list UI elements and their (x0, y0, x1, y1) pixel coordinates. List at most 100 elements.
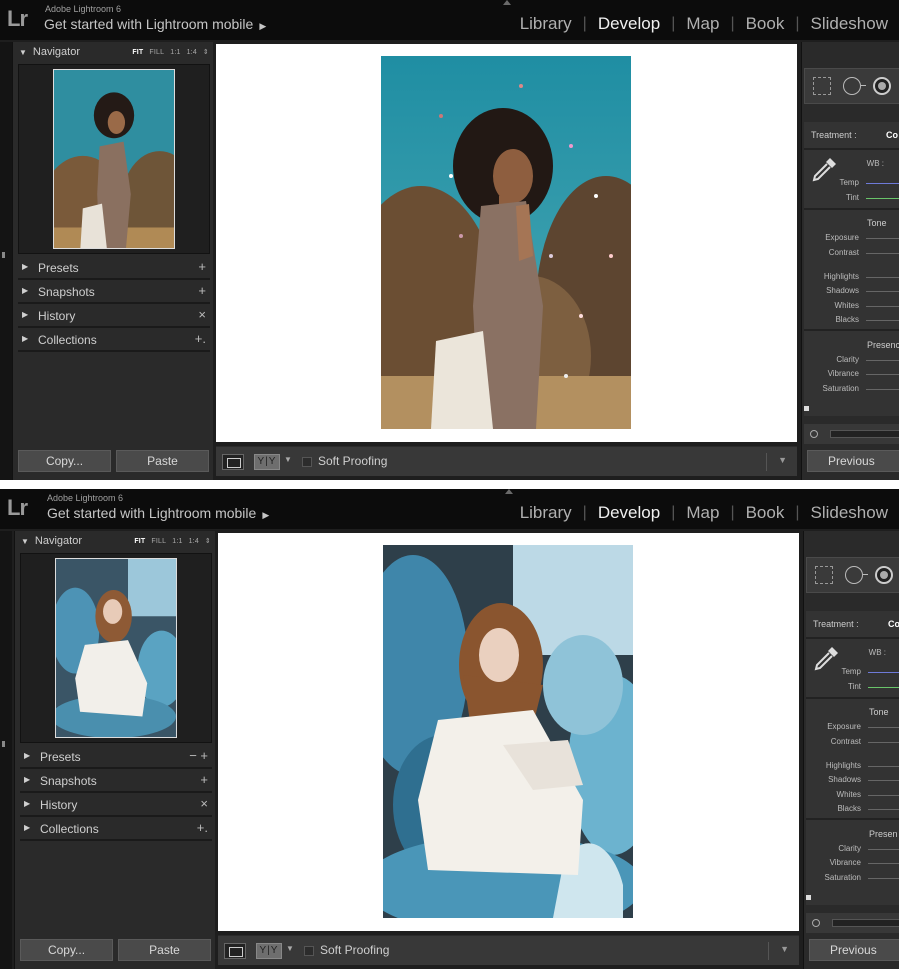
navigator-preview[interactable] (20, 553, 212, 743)
soft-proofing-checkbox[interactable] (302, 457, 312, 467)
before-after-button[interactable]: Y|Y (254, 454, 280, 470)
red-eye-icon[interactable] (873, 77, 891, 95)
previous-button[interactable]: Previous (809, 939, 899, 961)
paste-button[interactable]: Paste (116, 450, 209, 472)
zoom-fit[interactable]: FIT (134, 538, 145, 545)
vibrance-slider[interactable] (868, 863, 899, 864)
add-snapshot-icon[interactable]: + (198, 283, 206, 298)
contrast-slider[interactable] (868, 742, 899, 743)
navigator-header[interactable]: ▼ Navigator FIT FILL 1:1 1:4 ⇕ (19, 46, 209, 62)
before-after-button[interactable]: Y|Y (256, 943, 282, 959)
whites-slider[interactable] (866, 306, 899, 307)
module-slideshow[interactable]: Slideshow (800, 14, 899, 34)
history-section[interactable]: ▶ History × (18, 304, 210, 328)
red-eye-icon[interactable] (875, 566, 893, 584)
add-collection-icon[interactable]: +. (195, 331, 206, 346)
zoom-1-1[interactable]: 1:1 (172, 538, 182, 545)
module-library[interactable]: Library (509, 503, 583, 523)
shadows-slider[interactable] (866, 291, 899, 292)
clear-history-icon[interactable]: × (200, 796, 208, 811)
photo-canvas[interactable] (216, 44, 797, 442)
exposure-slider[interactable] (868, 727, 899, 728)
add-snapshot-icon[interactable]: + (200, 772, 208, 787)
snapshots-section[interactable]: ▶ Snapshots + (20, 769, 212, 793)
history-section[interactable]: ▶ History × (20, 793, 212, 817)
soft-proofing-checkbox[interactable] (304, 946, 314, 956)
blacks-slider[interactable] (868, 809, 899, 810)
zoom-fit[interactable]: FIT (132, 49, 143, 56)
clear-history-icon[interactable]: × (198, 307, 206, 322)
module-map[interactable]: Map (675, 503, 730, 523)
module-develop[interactable]: Develop (587, 503, 671, 523)
copy-button[interactable]: Copy... (18, 450, 111, 472)
add-preset-icon[interactable]: + (198, 259, 206, 274)
saturation-slider[interactable] (866, 389, 899, 390)
highlights-slider[interactable] (868, 766, 899, 767)
module-map[interactable]: Map (675, 14, 730, 34)
vibrance-slider[interactable] (866, 374, 899, 375)
left-panel-edge[interactable] (0, 531, 12, 969)
highlights-slider[interactable] (866, 277, 899, 278)
scroll-track[interactable] (830, 430, 899, 438)
treatment-row[interactable]: Treatment : Co (813, 619, 899, 629)
module-library[interactable]: Library (509, 14, 583, 34)
spot-removal-icon[interactable] (843, 77, 866, 95)
collections-section[interactable]: ▶ Collections +. (18, 328, 210, 352)
treatment-value[interactable]: Co (888, 619, 899, 629)
temp-slider[interactable] (866, 183, 899, 184)
spot-removal-icon[interactable] (845, 566, 868, 584)
treatment-value[interactable]: Co (886, 130, 898, 140)
scroll-track[interactable] (832, 919, 899, 927)
collections-section[interactable]: ▶ Collections +. (20, 817, 212, 841)
preset-add-remove-icon[interactable]: − + (189, 748, 208, 763)
saturation-slider[interactable] (868, 878, 899, 879)
panel-collapse-caret-icon[interactable] (505, 489, 513, 494)
presets-section[interactable]: ▶ Presets − + (20, 745, 212, 769)
zoom-1-1[interactable]: 1:1 (170, 49, 180, 56)
toolbar-options-icon[interactable]: ▼ (780, 944, 789, 954)
navigator-preview[interactable] (18, 64, 210, 254)
module-slideshow[interactable]: Slideshow (800, 503, 899, 523)
right-panel-scrollbar[interactable] (806, 913, 899, 933)
crop-overlay-icon[interactable] (813, 77, 831, 95)
zoom-1-4[interactable]: 1:4 (189, 538, 199, 545)
before-after-dropdown-icon[interactable]: ▼ (286, 944, 294, 953)
module-develop[interactable]: Develop (587, 14, 671, 34)
loupe-view-icon[interactable] (224, 943, 246, 959)
contrast-slider[interactable] (866, 253, 899, 254)
treatment-row[interactable]: Treatment : Co (811, 130, 898, 140)
exposure-slider[interactable] (866, 238, 899, 239)
paste-button[interactable]: Paste (118, 939, 211, 961)
mobile-promo-link[interactable]: Get started with Lightroom mobile ▶ (44, 16, 266, 32)
right-panel-scrollbar[interactable] (804, 424, 899, 444)
presets-section[interactable]: ▶ Presets + (18, 256, 210, 280)
solo-toggle-icon[interactable] (810, 430, 818, 438)
crop-overlay-icon[interactable] (815, 566, 833, 584)
whites-slider[interactable] (868, 795, 899, 796)
zoom-fill[interactable]: FILL (151, 538, 166, 545)
blacks-slider[interactable] (866, 320, 899, 321)
shadows-slider[interactable] (868, 780, 899, 781)
tint-slider[interactable] (866, 198, 899, 199)
clarity-slider[interactable] (866, 360, 899, 361)
temp-slider[interactable] (868, 672, 899, 673)
left-panel-edge[interactable] (0, 42, 12, 480)
solo-toggle-icon[interactable] (812, 919, 820, 927)
snapshots-section[interactable]: ▶ Snapshots + (18, 280, 210, 304)
zoom-fill[interactable]: FILL (149, 49, 164, 56)
tint-slider[interactable] (868, 687, 899, 688)
add-collection-icon[interactable]: +. (197, 820, 208, 835)
module-book[interactable]: Book (735, 14, 796, 34)
zoom-stepper-icon[interactable]: ⇕ (205, 538, 211, 545)
toolbar-options-icon[interactable]: ▼ (778, 455, 787, 465)
previous-button[interactable]: Previous (807, 450, 899, 472)
loupe-view-icon[interactable] (222, 454, 244, 470)
zoom-stepper-icon[interactable]: ⇕ (203, 49, 209, 56)
photo-canvas[interactable] (218, 533, 799, 931)
mobile-promo-link[interactable]: Get started with Lightroom mobile ▶ (47, 505, 269, 521)
module-book[interactable]: Book (735, 503, 796, 523)
before-after-dropdown-icon[interactable]: ▼ (284, 455, 292, 464)
panel-collapse-caret-icon[interactable] (503, 0, 511, 5)
copy-button[interactable]: Copy... (20, 939, 113, 961)
clarity-slider[interactable] (868, 849, 899, 850)
